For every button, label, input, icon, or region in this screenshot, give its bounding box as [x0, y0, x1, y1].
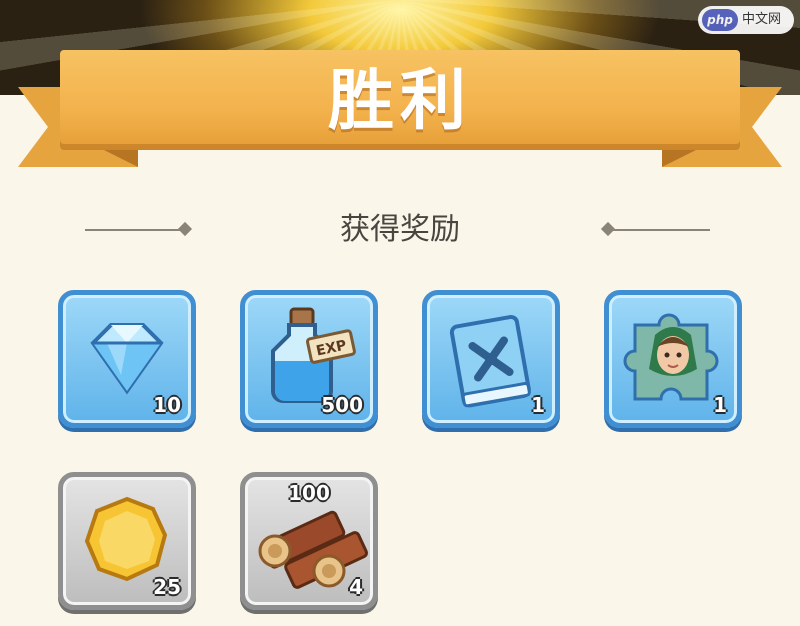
rewards-title: 获得奖励: [340, 212, 460, 247]
reward-count: 25: [153, 575, 181, 599]
reward-tile-wood[interactable]: 100 4: [240, 472, 378, 610]
victory-title: 胜利: [328, 62, 472, 139]
reward-count: 4: [349, 575, 363, 599]
reward-count: 1: [531, 393, 545, 417]
reward-tile-skill-book[interactable]: 1: [422, 290, 560, 428]
reward-tile-gold-coin[interactable]: 25: [58, 472, 196, 610]
victory-banner: 胜利: [0, 45, 800, 185]
reward-tile-diamond[interactable]: 10: [58, 290, 196, 428]
watermark-logo: php: [702, 9, 738, 31]
reward-tile-hero-fragment[interactable]: 1: [604, 290, 742, 428]
reward-tile-exp-potion[interactable]: EXP 500: [240, 290, 378, 428]
watermark-text: 中文网: [742, 12, 782, 27]
rewards-header: 获得奖励: [0, 205, 800, 255]
watermark: php 中文网: [698, 6, 794, 34]
reward-count: 1: [713, 393, 727, 417]
reward-count: 500: [321, 393, 363, 417]
reward-top-count: 100: [288, 481, 330, 505]
reward-count: 10: [153, 393, 181, 417]
